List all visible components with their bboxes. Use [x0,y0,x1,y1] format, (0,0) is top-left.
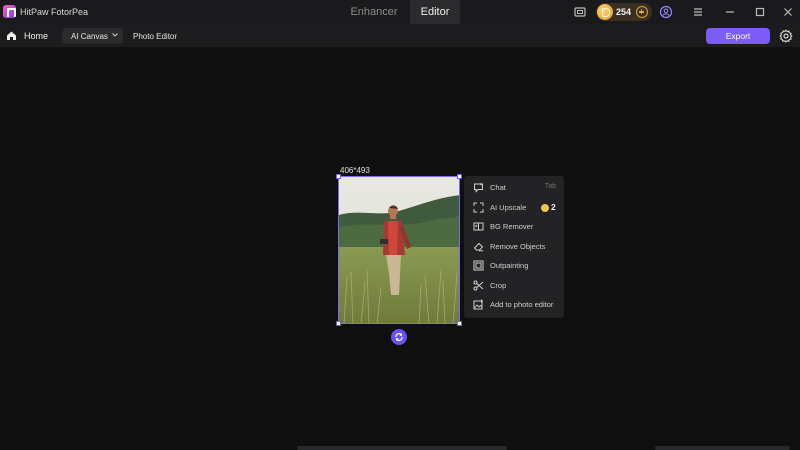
title-bar: HitPaw FotorPea Enhancer Editor 254 [0,0,800,24]
menu-item-label: Add to photo editor [490,300,554,309]
menu-item-ai-upscale[interactable]: AI Upscale 2 [464,199,564,218]
coin-icon [597,4,613,20]
home-icon[interactable] [6,30,17,41]
credit-cost: 2 [551,201,556,212]
credits-badge[interactable]: 254 [596,3,652,21]
canvas-dropdown-label: AI Canvas [71,31,108,41]
outpainting-icon [473,260,484,271]
chevron-down-icon [112,33,118,37]
rotate-button[interactable] [391,329,407,345]
tab-editor[interactable]: Editor [410,0,460,24]
monitor-icon[interactable] [573,5,587,19]
menu-icon[interactable] [691,5,705,19]
photo-editor-link[interactable]: Photo Editor [133,32,177,41]
image-dimensions: 406*493 [340,166,370,175]
upscale-icon [473,202,484,212]
resize-handle-top-right[interactable] [457,174,462,179]
coin-icon [541,203,549,212]
credits-count: 254 [616,7,632,17]
home-link[interactable]: Home [24,31,48,41]
export-button[interactable]: Export [706,28,770,44]
shortcut-hint: Tab [544,183,556,190]
menu-item-label: Chat [490,183,506,192]
menu-item-remove-objects[interactable]: Remove Objects [464,238,564,257]
add-credits-icon[interactable] [636,6,648,18]
app-title: HitPaw FotorPea [20,7,89,17]
canvas-dropdown[interactable]: AI Canvas [62,28,123,44]
bg-remover-icon [473,222,484,231]
minimize-icon[interactable] [723,5,737,19]
context-menu: Chat Tab AI Upscale 2 BG Remover Remove … [464,176,564,318]
menu-item-label: Crop [490,280,507,290]
close-icon[interactable] [781,5,795,19]
menu-item-bg-remover[interactable]: BG Remover [464,218,564,237]
chat-icon [474,182,483,193]
menu-item-crop[interactable]: Crop [464,277,564,296]
eraser-icon [473,242,484,251]
rotate-icon [395,333,403,341]
resize-handle-bottom-right[interactable] [457,321,462,326]
horizontal-scrollbar[interactable] [297,446,507,450]
app-logo-icon [3,5,16,18]
resize-handle-top-left[interactable] [336,174,341,179]
gear-icon[interactable] [779,29,793,43]
canvas-image[interactable] [338,176,460,324]
menu-item-add-to-photo-editor[interactable]: Add to photo editor [464,296,564,315]
editor-toolbar: Home AI Canvas Photo Editor Export [0,24,800,48]
menu-item-chat[interactable]: Chat Tab [464,179,564,198]
add-image-icon [473,299,483,310]
horizontal-scrollbar-secondary[interactable] [655,446,790,450]
scissors-icon [473,280,484,290]
menu-item-label: BG Remover [490,222,534,231]
maximize-icon[interactable] [753,5,767,19]
resize-handle-bottom-left[interactable] [336,321,341,326]
menu-item-label: Outpainting [490,261,529,270]
photo-content [339,177,459,323]
menu-item-label: Remove Objects [490,241,546,251]
tab-enhancer[interactable]: Enhancer [338,0,410,24]
account-icon[interactable] [659,5,673,19]
menu-item-label: AI Upscale [490,202,527,212]
menu-item-outpainting[interactable]: Outpainting [464,257,564,276]
